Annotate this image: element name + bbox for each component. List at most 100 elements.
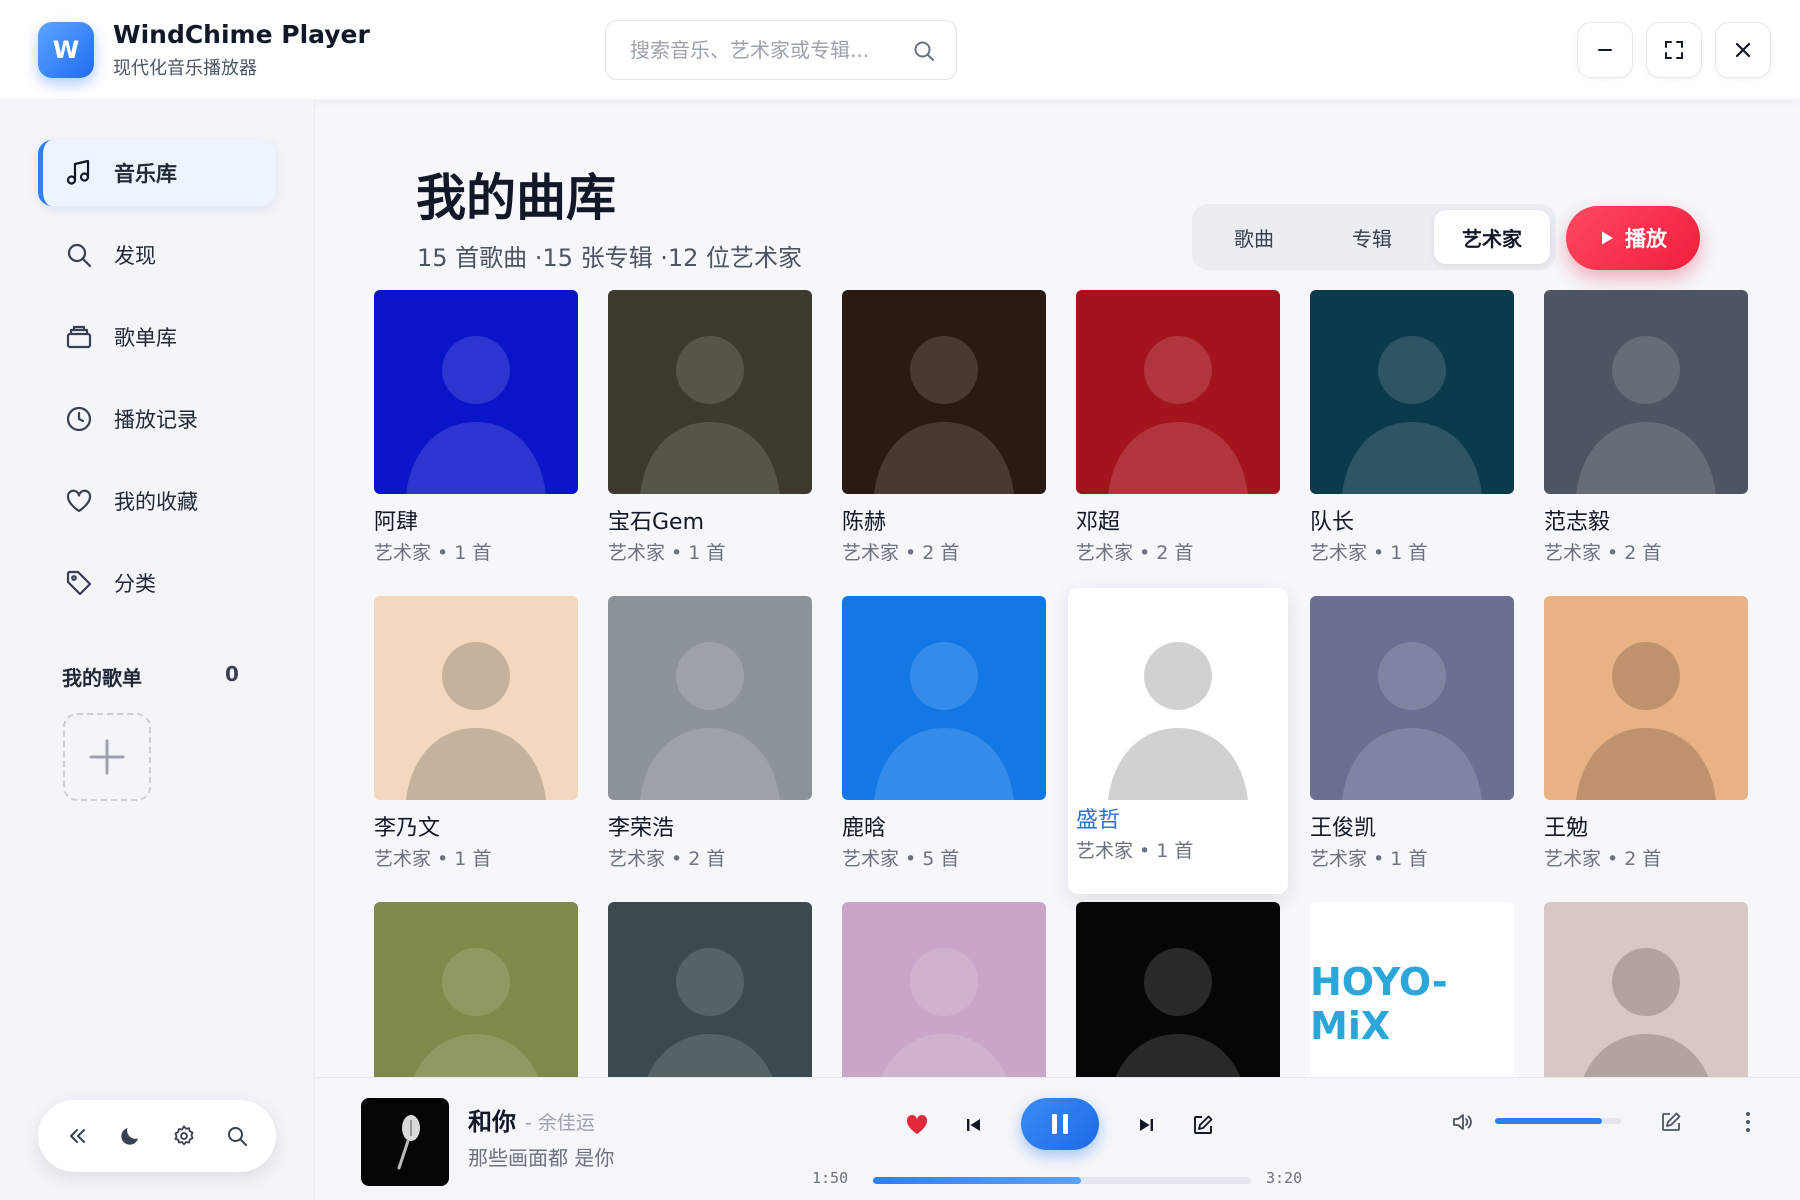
artist-card[interactable]: 王俊凯 艺术家 • 1 首 <box>1310 596 1514 886</box>
now-playing-artist[interactable]: - 余佳运 <box>525 1108 595 1135</box>
artist-cover <box>608 902 812 1077</box>
edit-icon <box>1194 1115 1213 1134</box>
artist-name[interactable]: 邓超 <box>1076 504 1120 536</box>
artist-card[interactable]: 李乃文艺术家 • 1 首 <box>374 596 578 886</box>
tab-songs[interactable]: 歌曲 <box>1198 210 1310 264</box>
artist-cover <box>1076 290 1280 494</box>
artist-card[interactable]: 盛哲艺术家 • 1 首 <box>1068 588 1288 894</box>
main-content: 我的曲库 15 首歌曲 ·15 张专辑 ·12 位艺术家 歌曲 专辑 艺术家 播… <box>316 100 1800 1077</box>
artist-card[interactable]: 陈赫艺术家 • 2 首 <box>842 290 1046 580</box>
artist-card[interactable]: HOYO-MiX <box>1310 902 1514 1077</box>
artist-card[interactable]: 宝石Gem 艺术家 • 1 首 <box>608 290 812 580</box>
settings-icon <box>174 1125 194 1146</box>
artist-name[interactable]: 队长 <box>1310 504 1354 536</box>
play-all-button[interactable]: 播放 <box>1566 206 1700 270</box>
artist-name[interactable]: 李乃文 <box>374 810 440 842</box>
artist-name[interactable]: 宝石Gem <box>608 504 704 536</box>
artist-card[interactable]: 鹿晗 艺术家 • 5 首 <box>842 596 1046 886</box>
edit-button[interactable] <box>1655 1106 1687 1138</box>
sidebar-toolbar <box>38 1100 276 1172</box>
artist-photo <box>640 642 780 800</box>
play-pause-button[interactable] <box>1021 1098 1099 1150</box>
now-playing-cover[interactable] <box>361 1098 449 1186</box>
heart-icon <box>66 489 92 513</box>
fullscreen-icon <box>1665 41 1683 59</box>
artist-cover <box>1544 290 1748 494</box>
artist-photo <box>647 948 773 1077</box>
search-box[interactable] <box>605 20 957 80</box>
quick-search-button[interactable] <box>220 1119 254 1153</box>
like-button[interactable] <box>902 1110 932 1140</box>
progress-bar[interactable] <box>873 1177 1251 1184</box>
previous-button[interactable] <box>959 1110 989 1140</box>
sidebar-item-favorites[interactable]: 我的收藏 <box>38 468 276 534</box>
settings-button[interactable] <box>167 1119 201 1153</box>
sidebar-item-categories[interactable]: 分类 <box>38 550 276 616</box>
artist-photo <box>406 336 546 494</box>
sidebar-item-history[interactable]: 播放记录 <box>38 386 276 452</box>
artist-photo <box>1342 336 1482 494</box>
artist-card[interactable] <box>1544 902 1748 1077</box>
artist-cover <box>608 596 812 800</box>
search-input[interactable] <box>606 21 906 79</box>
my-playlists-title: 我的歌单 <box>62 666 142 690</box>
sidebar-item-music-library[interactable]: 音乐库 <box>38 140 276 206</box>
dark-mode-button[interactable] <box>113 1119 147 1153</box>
search-icon[interactable] <box>912 39 936 63</box>
library-icon <box>66 325 92 349</box>
artist-photo <box>1576 642 1716 800</box>
artist-card[interactable] <box>374 902 578 1077</box>
artist-meta: 艺术家 • 1 首 <box>1310 542 1428 564</box>
collapse-icon <box>69 1129 85 1143</box>
artist-name[interactable]: 陈赫 <box>842 504 886 536</box>
artist-card[interactable] <box>1076 902 1280 1077</box>
artist-card[interactable] <box>842 902 1046 1077</box>
collapse-sidebar-button[interactable] <box>60 1119 94 1153</box>
artist-name[interactable]: 王俊凯 <box>1310 810 1376 842</box>
volume-button[interactable] <box>1446 1106 1478 1138</box>
artist-card[interactable]: 邓超 艺术家 • 2 首 <box>1076 290 1280 580</box>
artist-name[interactable]: 王勉 <box>1544 810 1588 842</box>
sidebar-item-label: 发现 <box>114 244 156 268</box>
moon-icon <box>121 1128 139 1145</box>
sidebar-item-label: 我的收藏 <box>114 490 198 514</box>
artist-photo <box>881 948 1007 1077</box>
artist-photo <box>1583 948 1709 1077</box>
artist-card[interactable] <box>608 902 812 1077</box>
artist-photo <box>413 948 539 1077</box>
volume-slider[interactable] <box>1495 1118 1621 1124</box>
sidebar-item-playlist-library[interactable]: 歌单库 <box>38 304 276 370</box>
sidebar-item-discover[interactable]: 发现 <box>38 222 276 288</box>
artist-card[interactable]: 队长艺术家 • 1 首 <box>1310 290 1514 580</box>
lyrics-edit-button[interactable] <box>1188 1110 1218 1140</box>
artist-meta: 艺术家 • 1 首 <box>1076 840 1194 862</box>
artist-meta: 艺术家 • 1 首 <box>374 848 492 870</box>
page-title: 我的曲库 <box>416 169 616 227</box>
search-icon <box>228 1127 248 1146</box>
artist-card[interactable]: 范志毅 艺术家 • 2 首 <box>1544 290 1748 580</box>
artist-cover <box>374 596 578 800</box>
artist-name[interactable]: 盛哲 <box>1076 802 1120 834</box>
add-playlist-button[interactable] <box>63 713 151 801</box>
artist-name[interactable]: 李荣浩 <box>608 810 674 842</box>
tab-artists[interactable]: 艺术家 <box>1434 210 1550 264</box>
tab-albums[interactable]: 专辑 <box>1316 210 1428 264</box>
minimize-button[interactable] <box>1577 22 1633 78</box>
artist-photo <box>874 642 1014 800</box>
artist-card[interactable]: 阿肆 艺术家 • 1 首 <box>374 290 578 580</box>
artist-name[interactable]: 范志毅 <box>1544 504 1610 536</box>
tag-icon <box>66 570 92 596</box>
close-button[interactable] <box>1715 22 1771 78</box>
artist-cover <box>1544 596 1748 800</box>
fullscreen-button[interactable] <box>1646 22 1702 78</box>
artist-card[interactable]: 李荣浩 艺术家 • 2 首 <box>608 596 812 886</box>
next-button[interactable] <box>1131 1110 1161 1140</box>
time-elapsed: 1:50 <box>812 1169 849 1187</box>
sidebar: 音乐库 发现 歌单库 播放记录 我的收藏 分类 我的歌单 0 <box>0 100 315 1200</box>
artist-name[interactable]: 阿肆 <box>374 504 418 536</box>
artist-name[interactable]: 鹿晗 <box>842 810 886 842</box>
more-options-button[interactable] <box>1732 1106 1764 1138</box>
artist-meta: 艺术家 • 2 首 <box>842 542 960 564</box>
now-playing-title[interactable]: 和你 <box>468 1102 516 1137</box>
artist-card[interactable]: 王勉 艺术家 • 2 首 <box>1544 596 1748 886</box>
